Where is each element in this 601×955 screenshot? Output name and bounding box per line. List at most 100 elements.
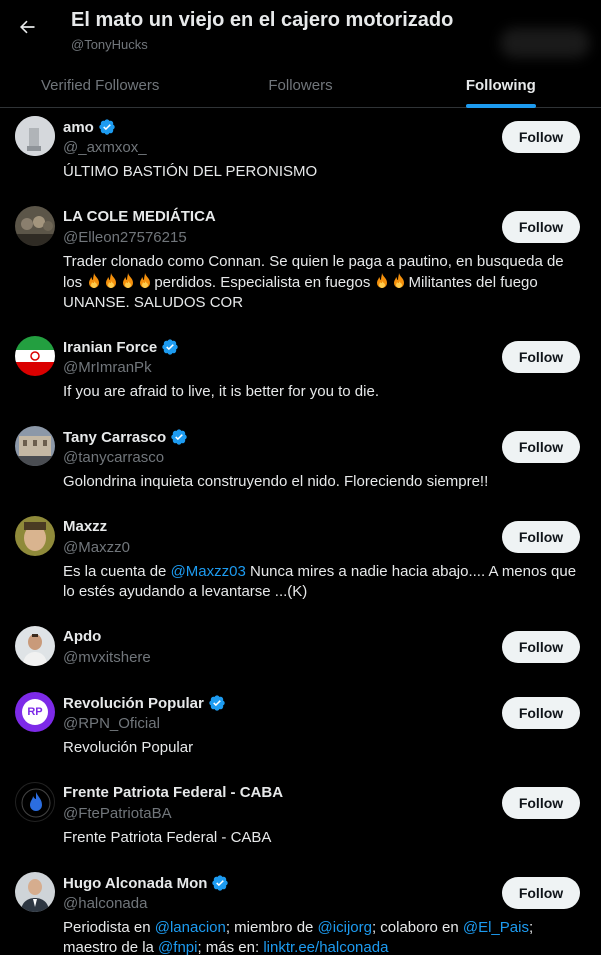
bio-line: Trader clonado como Connan. Se quien le … bbox=[63, 253, 564, 270]
bio-text: ; colaboro en bbox=[371, 919, 463, 936]
user-bio: ÚLTIMO BASTIÓN DEL PERONISMO bbox=[63, 163, 318, 180]
follow-button[interactable]: Follow bbox=[502, 521, 580, 553]
user-name[interactable]: Apdo bbox=[63, 628, 101, 645]
user-name[interactable]: Iranian Force bbox=[63, 339, 157, 356]
avatar[interactable] bbox=[15, 116, 55, 156]
fire-icon bbox=[123, 273, 134, 288]
user-handle: @MrImranPk bbox=[63, 359, 152, 376]
tab-following[interactable]: Following bbox=[401, 62, 601, 108]
follow-button[interactable]: Follow bbox=[502, 877, 580, 909]
blurred-background bbox=[500, 28, 590, 58]
user-name[interactable]: Frente Patriota Federal - CABA bbox=[63, 784, 283, 801]
fire-emoji-icons bbox=[86, 273, 154, 291]
avatar[interactable] bbox=[15, 426, 55, 466]
user-bio: If you are afraid to live, it is better … bbox=[63, 383, 379, 400]
tab-verified-followers[interactable]: Verified Followers bbox=[0, 62, 200, 108]
list-item[interactable]: Maxzz @Maxzz0 Es la cuenta de @Maxzz03 N… bbox=[0, 508, 601, 618]
list-item[interactable]: Tany Carrasco @tanycarrasco Golondrina i… bbox=[0, 418, 601, 508]
rp-logo: RP bbox=[22, 699, 48, 725]
bio-text: Es la cuenta de bbox=[63, 563, 171, 580]
user-bio: Es la cuenta de @Maxzz03 Nunca mires a n… bbox=[63, 562, 583, 602]
name-line: Tany Carrasco bbox=[63, 428, 188, 446]
user-name[interactable]: Hugo Alconada Mon bbox=[63, 875, 207, 892]
page-handle: @TonyHucks bbox=[71, 37, 148, 52]
bio-line: los perdidos. Especialista en fuegos Mil… bbox=[63, 272, 583, 293]
avatar[interactable] bbox=[15, 782, 55, 822]
bio-line: Periodista en @lanacion; miembro de @ici… bbox=[63, 918, 583, 938]
flame-emblem-icon bbox=[21, 788, 51, 818]
follow-button[interactable]: Follow bbox=[502, 121, 580, 153]
user-handle: @mvxitshere bbox=[63, 649, 151, 666]
mention-link[interactable]: @fnpi bbox=[158, 939, 197, 955]
list-item[interactable]: LA COLE MEDIÁTICA @Elleon27576215 Trader… bbox=[0, 198, 601, 328]
name-line: Hugo Alconada Mon bbox=[63, 874, 229, 892]
follow-button[interactable]: Follow bbox=[502, 631, 580, 663]
fire-icon bbox=[394, 273, 405, 288]
bio-line: UNANSE. SALUDOS COR bbox=[63, 294, 244, 311]
name-line: Iranian Force bbox=[63, 338, 179, 356]
fire-icon bbox=[106, 273, 117, 288]
name-line: amo bbox=[63, 118, 116, 136]
avatar[interactable] bbox=[15, 206, 55, 246]
user-name[interactable]: Tany Carrasco bbox=[63, 429, 166, 446]
user-handle: @halconada bbox=[63, 895, 148, 912]
avatar[interactable]: RP bbox=[15, 692, 55, 732]
tab-label: Following bbox=[465, 76, 536, 94]
follow-button[interactable]: Follow bbox=[502, 341, 580, 373]
fire-icon bbox=[89, 273, 100, 288]
bio-text: ; más en: bbox=[197, 939, 264, 955]
list-item[interactable]: Iranian Force @MrImranPk If you are afra… bbox=[0, 328, 601, 418]
list-item[interactable]: amo @_axmxox_ ÚLTIMO BASTIÓN DEL PERONIS… bbox=[0, 108, 601, 198]
avatar[interactable] bbox=[15, 336, 55, 376]
user-name[interactable]: Revolución Popular bbox=[63, 695, 204, 712]
user-name[interactable]: Maxzz bbox=[63, 518, 107, 535]
bio-text: ; miembro de bbox=[225, 919, 318, 936]
mention-link[interactable]: @El_Pais bbox=[463, 919, 529, 936]
bio-line: Es la cuenta de @Maxzz03 Nunca mires a n… bbox=[63, 562, 583, 582]
name-line: Apdo bbox=[63, 628, 101, 645]
verified-badge-icon bbox=[99, 119, 115, 135]
verified-badge-icon bbox=[212, 875, 229, 891]
mention-link[interactable]: @icijorg bbox=[318, 919, 372, 936]
list-item[interactable]: Apdo @mvxitshere Follow bbox=[0, 618, 601, 684]
user-bio: Golondrina inquieta construyendo el nido… bbox=[63, 473, 489, 490]
list-item[interactable]: Frente Patriota Federal - CABA @FtePatri… bbox=[0, 774, 601, 864]
avatar[interactable] bbox=[15, 516, 55, 556]
list-item[interactable]: Hugo Alconada Mon @halconada Periodista … bbox=[0, 864, 601, 955]
user-handle: @_axmxox_ bbox=[63, 139, 147, 156]
follow-button[interactable]: Follow bbox=[502, 211, 580, 243]
follow-button[interactable]: Follow bbox=[502, 697, 580, 729]
name-line: LA COLE MEDIÁTICA bbox=[63, 208, 216, 225]
title-block: El mato un viejo en el cajero motorizado… bbox=[71, 8, 453, 52]
page-header: El mato un viejo en el cajero motorizado… bbox=[0, 0, 601, 108]
follow-button[interactable]: Follow bbox=[502, 787, 580, 819]
arrow-left-icon bbox=[20, 20, 35, 34]
user-handle: @RPN_Oficial bbox=[63, 715, 160, 732]
list-item[interactable]: RP Revolución Popular @RPN_Oficial Revol… bbox=[0, 684, 601, 774]
user-name[interactable]: LA COLE MEDIÁTICA bbox=[63, 208, 216, 225]
bio-text: ; bbox=[528, 919, 534, 936]
avatar[interactable] bbox=[15, 626, 55, 666]
rp-logo-text: RP bbox=[27, 706, 43, 718]
bio-line: lo estés ayudando a levantarse ...(K) bbox=[63, 583, 308, 600]
bio-text: Militantes del fuego bbox=[408, 274, 538, 291]
bio-text: perdidos. Especialista en fuegos bbox=[154, 274, 375, 291]
external-link[interactable]: linktr.ee/halconada bbox=[263, 939, 388, 955]
bio-line: maestro de la @fnpi; más en: linktr.ee/h… bbox=[63, 938, 583, 955]
mention-link[interactable]: @lanacion bbox=[155, 919, 226, 936]
bio-text: Periodista en bbox=[63, 919, 155, 936]
user-bio: Trader clonado como Connan. Se quien le … bbox=[63, 252, 583, 313]
bio-text: maestro de la bbox=[63, 939, 159, 955]
user-handle: @Elleon27576215 bbox=[63, 229, 187, 246]
tab-followers[interactable]: Followers bbox=[200, 62, 400, 108]
mention-link[interactable]: @Maxzz03 bbox=[171, 563, 246, 580]
user-bio: Periodista en @lanacion; miembro de @ici… bbox=[63, 918, 583, 955]
back-button[interactable] bbox=[10, 10, 44, 44]
name-line: Revolución Popular bbox=[63, 694, 226, 712]
tab-bar: Verified Followers Followers Following bbox=[0, 62, 601, 108]
user-name[interactable]: amo bbox=[63, 119, 94, 136]
follow-button[interactable]: Follow bbox=[502, 431, 580, 463]
user-handle: @tanycarrasco bbox=[63, 449, 165, 466]
avatar[interactable] bbox=[15, 872, 55, 912]
fire-icon bbox=[140, 273, 151, 288]
